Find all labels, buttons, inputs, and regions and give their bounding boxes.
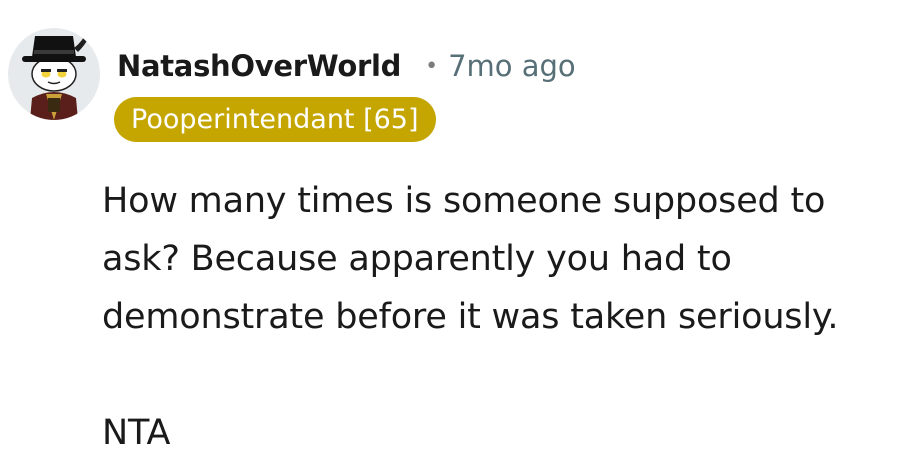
user-flair-badge: Pooperintendant [65] <box>114 97 436 142</box>
comment-body: How many times is someone supposed to as… <box>102 172 902 462</box>
comment-meta: NatashOverWorld • 7mo ago <box>117 44 576 88</box>
comment-paragraph: NTA <box>102 413 171 453</box>
username-link[interactable]: NatashOverWorld <box>117 49 401 83</box>
comment: NatashOverWorld • 7mo ago Pooperintendan… <box>0 0 912 460</box>
comment-timestamp[interactable]: 7mo ago <box>448 49 576 83</box>
user-avatar[interactable] <box>8 28 100 120</box>
comment-paragraph: How many times is someone supposed to as… <box>102 181 839 337</box>
snoo-avatar-icon <box>22 30 89 120</box>
meta-separator: • <box>425 53 439 79</box>
